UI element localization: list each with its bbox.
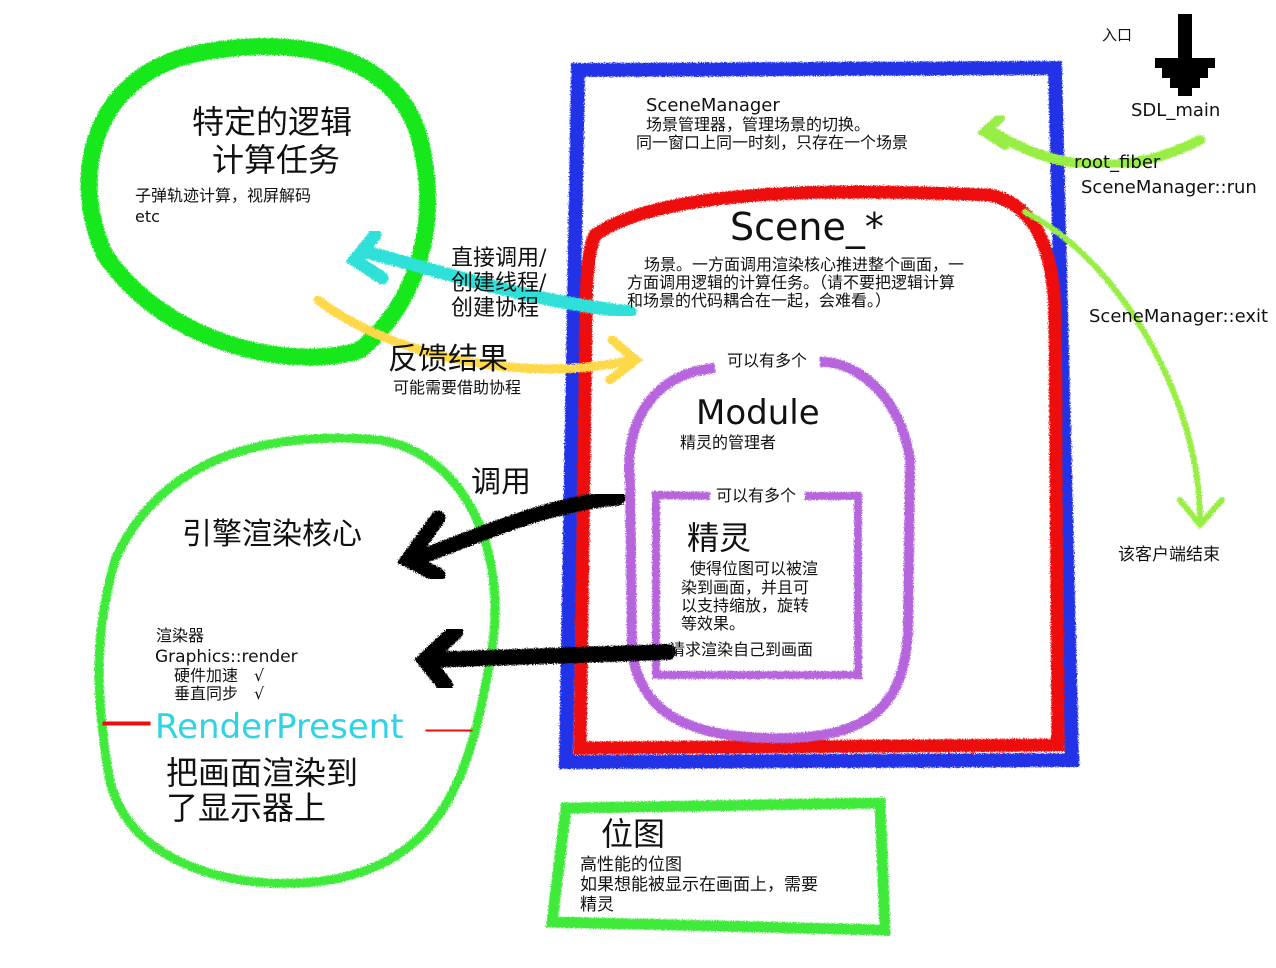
present-marker-left (99, 716, 154, 731)
scene-desc-3: 和场景的代码耦合在一起，会难看。） (627, 291, 892, 310)
sprite-title: 精灵 (687, 519, 752, 557)
entry-name: SDL_main (1131, 100, 1221, 121)
vsync-label: 垂直同步 √ (174, 684, 265, 703)
engine-title: 引擎渲染核心 (182, 517, 362, 552)
scene-manager-run-label: SceneManager::run (1081, 177, 1257, 198)
bitmap-desc-2: 如果想能被显示在画面上，需要 (580, 875, 818, 895)
present-marker-right (422, 724, 476, 737)
bitmap-title: 位图 (601, 815, 666, 853)
sprite-desc-4: 等效果。 (681, 614, 746, 633)
direct-call-line-3: 创建协程 (451, 296, 540, 321)
scene-manager-exit-label: SceneManager::exit (1089, 306, 1269, 327)
scene-manager-title: SceneManager (646, 95, 780, 116)
entry-arrow-icon (1155, 14, 1215, 96)
scene-manager-desc-2: 同一窗口上同一时刻，只存在一个场景 (636, 133, 909, 152)
logic-desc-2: etc (135, 207, 160, 226)
direct-call-line-1: 直接调用/ (451, 246, 547, 271)
scene-desc-1: 场景。一方面调用渲染核心推进整个画面，一 (644, 255, 965, 274)
present-desc-2: 了显示器上 (166, 789, 327, 827)
feedback-desc: 可能需要借助协程 (393, 378, 522, 397)
sprite-multi-label: 可以有多个 (716, 486, 797, 505)
bitmap-desc-1: 高性能的位图 (580, 855, 682, 875)
scene-manager-desc-1: 场景管理器，管理场景的切换。 (646, 115, 871, 134)
sprite-desc-2: 染到画面，并且可 (681, 578, 810, 597)
sprite-desc-3: 以支持缩放，旋转 (681, 596, 810, 615)
logic-title-1: 特定的逻辑 (192, 103, 353, 141)
client-end-label: 该客户端结束 (1118, 545, 1220, 565)
scene-desc-2: 方面调用逻辑的计算任务。（请不要把逻辑计算 (627, 273, 956, 292)
feedback-title: 反馈结果 (388, 342, 508, 377)
logic-title-2: 计算任务 (212, 141, 341, 179)
render-present-label: RenderPresent (155, 707, 404, 747)
present-desc-1: 把画面渲染到 (166, 754, 359, 792)
sprite-request-label: 请求渲染自己到画面 (669, 640, 814, 659)
call-label: 调用 (471, 465, 531, 500)
bitmap-desc-3: 精灵 (580, 895, 614, 915)
render-fn-label: Graphics::render (155, 647, 298, 667)
module-title: Module (696, 393, 820, 433)
renderer-label: 渲染器 (156, 626, 205, 645)
logic-desc-1: 子弹轨迹计算，视屏解码 (135, 186, 312, 205)
sprite-desc-1: 使得位图可以被渲 (690, 559, 819, 578)
module-desc: 精灵的管理者 (680, 433, 777, 452)
scene-title: Scene_* (730, 205, 884, 249)
direct-call-line-2: 创建线程/ (451, 271, 547, 296)
root-fiber-label: root_fiber (1074, 152, 1161, 173)
hw-accel-label: 硬件加速 √ (174, 666, 265, 685)
entry-label: 入口 (1102, 26, 1133, 44)
module-multi-label: 可以有多个 (727, 351, 808, 370)
